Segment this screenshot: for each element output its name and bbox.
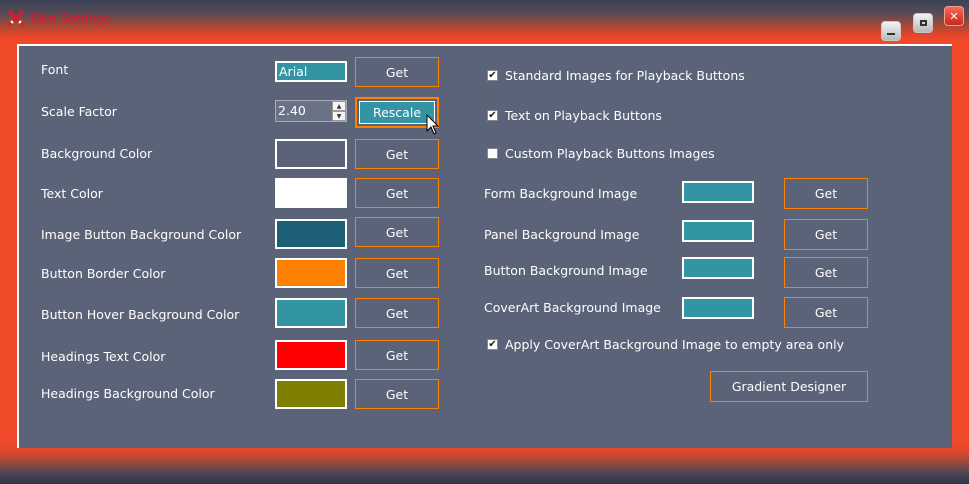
font-get-button[interactable]: Get xyxy=(355,57,439,87)
minimize-button[interactable] xyxy=(881,21,901,41)
button-hover-background-color-get-button[interactable]: Get xyxy=(355,298,439,328)
background-color-label: Background Color xyxy=(41,146,153,161)
font-label: Font xyxy=(41,62,69,77)
headings-text-color-label: Headings Text Color xyxy=(41,349,166,364)
close-icon: ✕ xyxy=(949,9,959,23)
button-background-image-get-button[interactable]: Get xyxy=(784,257,868,288)
scale-factor-stepper[interactable]: 2.40 ▲ ▼ xyxy=(275,100,347,122)
title-bar: Skin Settings ✕ xyxy=(0,0,969,41)
gradient-designer-button[interactable]: Gradient Designer xyxy=(710,371,868,402)
button-background-image-label: Button Background Image xyxy=(484,263,648,278)
checkmark-icon: ✔ xyxy=(488,69,497,81)
apply-coverart-label: Apply CoverArt Background Image to empty… xyxy=(505,337,844,352)
button-border-color-swatch[interactable] xyxy=(275,258,347,288)
background-color-get-button[interactable]: Get xyxy=(355,139,439,169)
maximize-icon xyxy=(919,20,927,26)
window-title: Skin Settings xyxy=(31,12,110,26)
headings-background-color-get-button[interactable]: Get xyxy=(355,379,439,409)
text-color-get-button[interactable]: Get xyxy=(355,178,439,208)
headings-text-color-swatch[interactable] xyxy=(275,340,347,370)
button-hover-background-color-label: Button Hover Background Color xyxy=(41,307,240,322)
checkmark-icon: ✔ xyxy=(488,109,497,121)
close-button[interactable]: ✕ xyxy=(944,6,964,26)
button-background-image-swatch[interactable] xyxy=(682,257,754,279)
form-background-image-get-button[interactable]: Get xyxy=(784,178,868,209)
background-color-swatch[interactable] xyxy=(275,139,347,169)
standard-images-for-playback-buttons-label: Standard Images for Playback Buttons xyxy=(505,68,745,83)
scale-factor-label: Scale Factor xyxy=(41,104,117,119)
text-color-label: Text Color xyxy=(41,186,103,201)
rescale-label: Rescale xyxy=(359,101,435,124)
button-hover-background-color-swatch[interactable] xyxy=(275,298,347,328)
panel-background-image-label: Panel Background Image xyxy=(484,227,640,242)
custom-playback-buttons-images-checkbox[interactable] xyxy=(487,148,498,159)
maximize-button[interactable] xyxy=(913,13,933,33)
text-on-playback-buttons-checkbox[interactable]: ✔ xyxy=(487,110,498,121)
stepper-down-icon[interactable]: ▼ xyxy=(332,111,346,121)
font-field[interactable]: Arial xyxy=(275,61,347,82)
standard-images-for-playback-buttons-checkbox[interactable]: ✔ xyxy=(487,70,498,81)
image-button-background-color-label: Image Button Background Color xyxy=(41,227,242,242)
panel-background-image-swatch[interactable] xyxy=(682,220,754,242)
stepper-up-icon[interactable]: ▲ xyxy=(332,101,346,111)
custom-playback-buttons-images-label: Custom Playback Buttons Images xyxy=(505,146,715,161)
coverart-background-image-swatch[interactable] xyxy=(682,297,754,319)
panel-background-image-get-button[interactable]: Get xyxy=(784,219,868,250)
coverart-background-image-get-button[interactable]: Get xyxy=(784,297,868,328)
checkmark-icon: ✔ xyxy=(488,338,497,350)
button-border-color-get-button[interactable]: Get xyxy=(355,258,439,288)
headings-background-color-swatch[interactable] xyxy=(275,379,347,409)
coverart-background-image-label: CoverArt Background Image xyxy=(484,300,661,315)
image-button-background-color-swatch[interactable] xyxy=(275,219,347,249)
mouse-cursor-icon xyxy=(426,114,440,135)
button-border-color-label: Button Border Color xyxy=(41,266,166,281)
app-logo-icon xyxy=(7,9,25,27)
image-button-background-color-get-button[interactable]: Get xyxy=(355,217,439,247)
scale-factor-value: 2.40 xyxy=(278,103,306,118)
headings-text-color-get-button[interactable]: Get xyxy=(355,340,439,370)
text-on-playback-buttons-label: Text on Playback Buttons xyxy=(505,108,662,123)
form-background-image-label: Form Background Image xyxy=(484,186,638,201)
form-background-image-swatch[interactable] xyxy=(682,181,754,203)
minimize-icon xyxy=(887,33,895,35)
text-color-swatch[interactable] xyxy=(275,178,347,208)
apply-coverart-checkbox[interactable]: ✔ xyxy=(487,339,498,350)
headings-background-color-label: Headings Background Color xyxy=(41,386,215,401)
